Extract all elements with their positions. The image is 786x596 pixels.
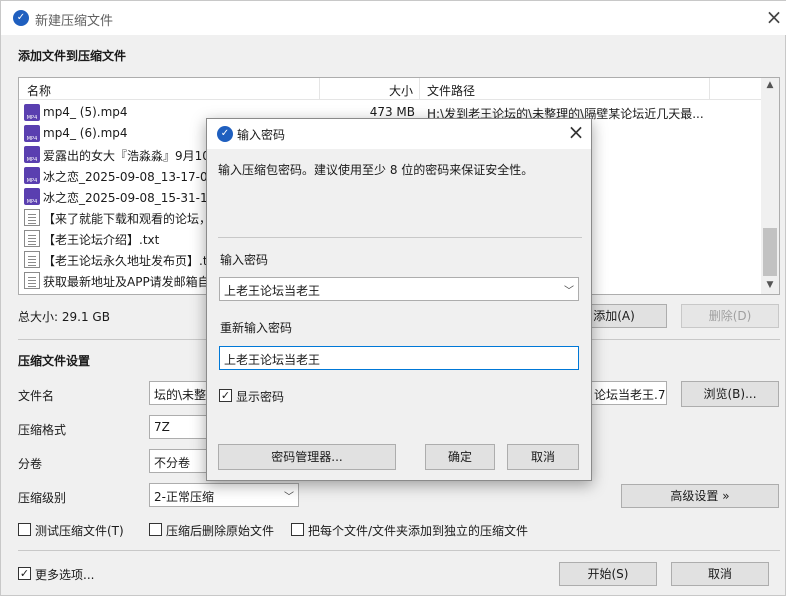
format-select[interactable]: 7Z — [149, 415, 209, 439]
mp4-file-icon — [24, 146, 40, 163]
close-icon[interactable]: × — [763, 7, 785, 29]
show-password-checkbox[interactable]: ✓ — [219, 389, 232, 402]
volume-select[interactable]: 不分卷 — [149, 449, 209, 473]
text-file-icon — [24, 230, 40, 247]
delete-source-label: 压缩后删除原始文件 — [166, 524, 275, 538]
separate-archives-checkbox[interactable] — [291, 523, 304, 536]
file-name: 【老王论坛永久地址发布页】.txt — [43, 254, 220, 268]
show-password-label: 显示密码 — [236, 390, 285, 404]
mp4-file-icon — [24, 188, 40, 205]
file-name: 冰之恋_2025-09-08_15-31-12 — [43, 191, 216, 205]
chevron-down-icon: ﹀ — [284, 492, 294, 503]
filename-input[interactable]: 坛的\未整 — [149, 381, 209, 405]
more-options-label: 更多选项... — [35, 568, 95, 582]
settings-section-label: 压缩文件设置 — [18, 354, 91, 368]
password-manager-button[interactable]: 密码管理器... — [218, 444, 396, 470]
mp4-file-icon — [24, 167, 40, 184]
file-name: 获取最新地址及APP请发邮箱自 — [43, 275, 210, 289]
mp4-file-icon — [24, 125, 40, 142]
text-file-icon — [24, 251, 40, 268]
format-value: 7Z — [154, 420, 170, 434]
create-archive-window: ✓ 新建压缩文件 × 添加文件到压缩文件 名称 大小 文件路径 mp4_ (5)… — [0, 0, 786, 596]
scrollbar-thumb[interactable] — [763, 228, 777, 276]
file-name: 【来了就能下载和观看的论坛， — [43, 212, 212, 226]
files-section-label: 添加文件到压缩文件 — [18, 49, 127, 63]
password-input[interactable]: 上老王论坛当老王 ﹀ — [219, 277, 579, 301]
cancel-button[interactable]: 取消 — [671, 562, 769, 586]
window-title: 新建压缩文件 — [35, 14, 114, 29]
level-label: 压缩级别 — [18, 491, 67, 505]
dialog-description: 输入压缩包密码。建议使用至少 8 位的密码来保证安全性。 — [218, 163, 534, 177]
advanced-settings-button[interactable]: 高级设置 » — [621, 484, 779, 508]
total-size-text: 总大小: 29.1 GB — [18, 310, 110, 324]
ok-button[interactable]: 确定 — [425, 444, 495, 470]
column-header-size[interactable]: 大小 — [389, 82, 413, 99]
browse-button[interactable]: 浏览(B)... — [681, 381, 779, 407]
repeat-password-input[interactable]: 上老王论坛当老王 — [219, 346, 579, 370]
scroll-up-icon[interactable]: ▲ — [761, 80, 779, 90]
column-header-path[interactable]: 文件路径 — [427, 82, 475, 99]
chevron-down-icon[interactable]: ﹀ — [564, 282, 574, 297]
dialog-title-bar: ✓ 输入密码 × — [207, 119, 591, 149]
test-archive-label: 测试压缩文件(T) — [35, 524, 124, 538]
scroll-down-icon[interactable]: ▼ — [761, 280, 779, 290]
more-options-checkbox[interactable]: ✓ — [18, 567, 31, 580]
separate-archives-label: 把每个文件/文件夹添加到独立的压缩文件 — [308, 524, 529, 538]
start-button[interactable]: 开始(S) — [559, 562, 657, 586]
delete-button[interactable]: 删除(D) — [681, 304, 779, 328]
file-name: 爱露出的女大『浩淼淼』9月10 — [43, 149, 210, 163]
level-value: 2-正常压缩 — [154, 490, 214, 504]
dialog-title: 输入密码 — [237, 128, 286, 142]
file-name: 冰之恋_2025-09-08_13-17-01 — [43, 170, 216, 184]
level-select[interactable]: 2-正常压缩 ﹀ — [149, 483, 299, 507]
file-size: 473 MB — [369, 105, 415, 119]
password-value: 上老王论坛当老王 — [224, 284, 321, 298]
volume-label: 分卷 — [18, 457, 43, 471]
file-list-header: 名称 大小 文件路径 — [19, 78, 761, 100]
password-dialog: ✓ 输入密码 × 输入压缩包密码。建议使用至少 8 位的密码来保证安全性。 输入… — [206, 118, 592, 481]
volume-value: 不分卷 — [154, 456, 191, 470]
repeat-password-label: 重新输入密码 — [220, 321, 293, 335]
file-list-scrollbar[interactable]: ▲ ▼ — [761, 78, 779, 294]
divider — [18, 550, 780, 551]
delete-source-checkbox[interactable] — [149, 523, 162, 536]
filename-label: 文件名 — [18, 389, 55, 403]
password-label: 输入密码 — [220, 253, 269, 267]
text-file-icon — [24, 209, 40, 226]
app-logo-icon: ✓ — [13, 10, 29, 26]
filename-input-tail[interactable]: 论坛当老王.7z — [589, 381, 667, 405]
app-logo-icon: ✓ — [217, 126, 233, 142]
file-name: mp4_ (6).mp4 — [43, 126, 128, 140]
column-header-name[interactable]: 名称 — [27, 82, 51, 99]
test-archive-checkbox[interactable] — [18, 523, 31, 536]
title-bar: ✓ 新建压缩文件 × — [1, 1, 786, 35]
text-file-icon — [24, 272, 40, 289]
divider — [218, 237, 582, 238]
file-name: 【老王论坛介绍】.txt — [43, 233, 160, 247]
dialog-cancel-button[interactable]: 取消 — [507, 444, 579, 470]
format-label: 压缩格式 — [18, 423, 67, 437]
file-name: mp4_ (5).mp4 — [43, 105, 128, 119]
mp4-file-icon — [24, 104, 40, 121]
close-icon[interactable]: × — [565, 122, 587, 144]
